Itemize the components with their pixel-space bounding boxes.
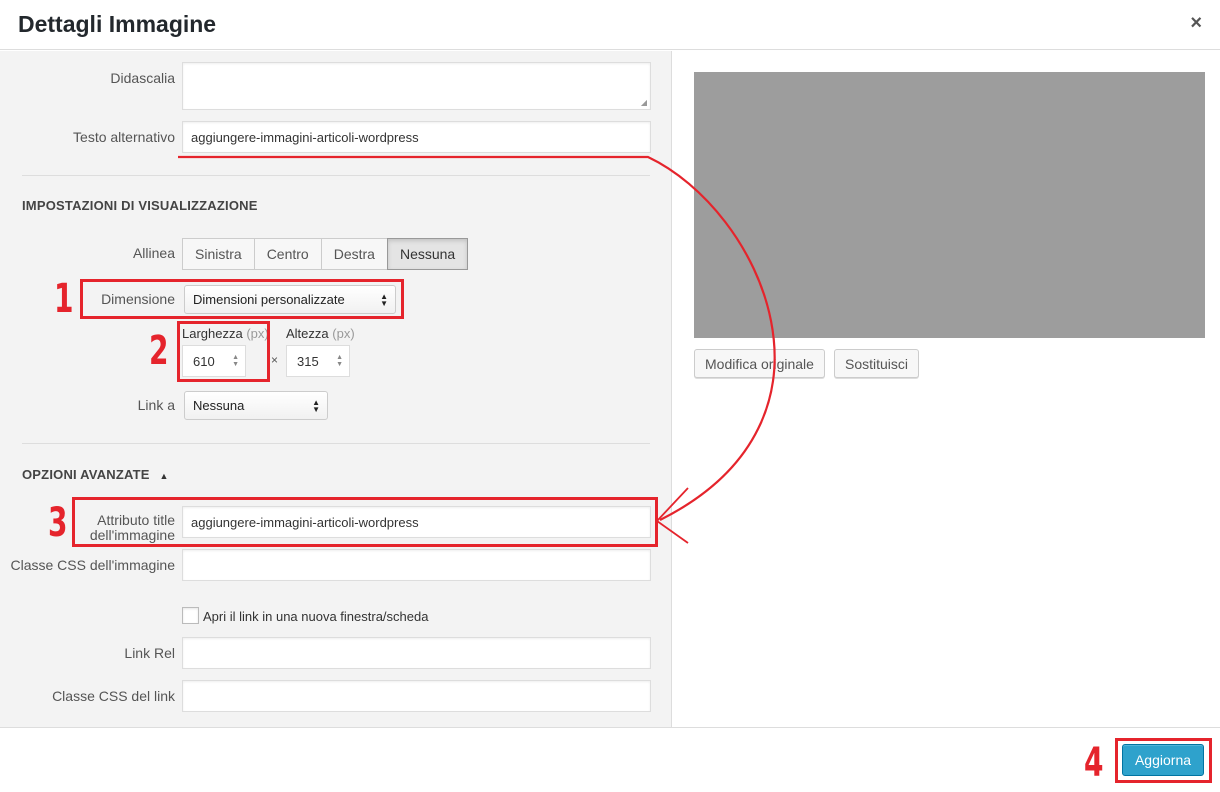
annotation-box-title-attribute: [72, 497, 658, 547]
height-value: 315: [297, 353, 319, 369]
link-rel-label: Link Rel: [124, 645, 175, 661]
modal-footer: [0, 727, 1220, 792]
replace-button[interactable]: Sostituisci: [834, 349, 920, 378]
new-window-checkbox[interactable]: [182, 607, 199, 624]
new-window-label[interactable]: Apri il link in una nuova finestra/sched…: [203, 609, 428, 624]
height-label: Altezza: [286, 326, 329, 341]
modal-header: Dettagli Immagine ×: [0, 0, 1220, 50]
link-to-value: Nessuna: [193, 398, 245, 413]
align-center-button[interactable]: Centro: [253, 238, 322, 270]
link-to-select[interactable]: Nessuna ▲ ▼: [184, 391, 328, 420]
caption-textarea[interactable]: ◢: [182, 62, 651, 110]
stepper-icon[interactable]: ▲ ▼: [336, 354, 343, 368]
height-label-row: Altezza (px): [286, 326, 355, 341]
align-none-button[interactable]: Nessuna: [386, 238, 469, 270]
align-label: Allinea: [132, 245, 175, 261]
align-left-button[interactable]: Sinistra: [182, 238, 255, 270]
divider: [22, 443, 650, 444]
triangle-up-icon: ▲: [159, 471, 169, 481]
marker-1: 1: [54, 276, 74, 322]
display-settings-title: IMPOSTAZIONI DI VISUALIZZAZIONE: [22, 198, 258, 213]
marker-4: 4: [1084, 740, 1104, 786]
resize-handle-icon[interactable]: ◢: [641, 98, 647, 107]
image-preview: [694, 72, 1205, 338]
annotation-box-size: [80, 279, 404, 319]
height-input[interactable]: 315 ▲ ▼: [286, 345, 350, 377]
marker-3: 3: [48, 500, 68, 546]
link-css-class-input[interactable]: [182, 680, 651, 712]
times-sign: ×: [271, 353, 279, 367]
align-button-group: Sinistra Centro Destra Nessuna: [182, 238, 469, 270]
image-css-class-input[interactable]: [182, 549, 651, 581]
image-css-class-label: Classe CSS dell'immagine: [10, 557, 175, 573]
marker-2: 2: [149, 328, 169, 374]
align-right-button[interactable]: Destra: [320, 238, 388, 270]
alt-text-label: Testo alternativo: [73, 129, 175, 145]
link-css-class-label: Classe CSS del link: [52, 688, 175, 704]
link-to-label: Link a: [137, 397, 175, 413]
annotation-box-update: [1115, 738, 1212, 783]
link-rel-input[interactable]: [182, 637, 651, 669]
annotation-box-width: [177, 321, 270, 382]
advanced-options-toggle[interactable]: OPZIONI AVANZATE ▲: [22, 467, 169, 482]
alt-text-input[interactable]: aggiungere-immagini-articoli-wordpress: [182, 121, 651, 153]
edit-original-button[interactable]: Modifica originale: [694, 349, 825, 378]
close-icon[interactable]: ×: [1190, 12, 1202, 35]
divider: [22, 175, 650, 176]
select-arrows-icon: ▲ ▼: [312, 397, 320, 414]
modal-title: Dettagli Immagine: [18, 11, 217, 37]
caption-label: Didascalia: [110, 70, 175, 86]
advanced-options-title: OPZIONI AVANZATE: [22, 467, 150, 482]
height-unit: (px): [332, 326, 355, 341]
